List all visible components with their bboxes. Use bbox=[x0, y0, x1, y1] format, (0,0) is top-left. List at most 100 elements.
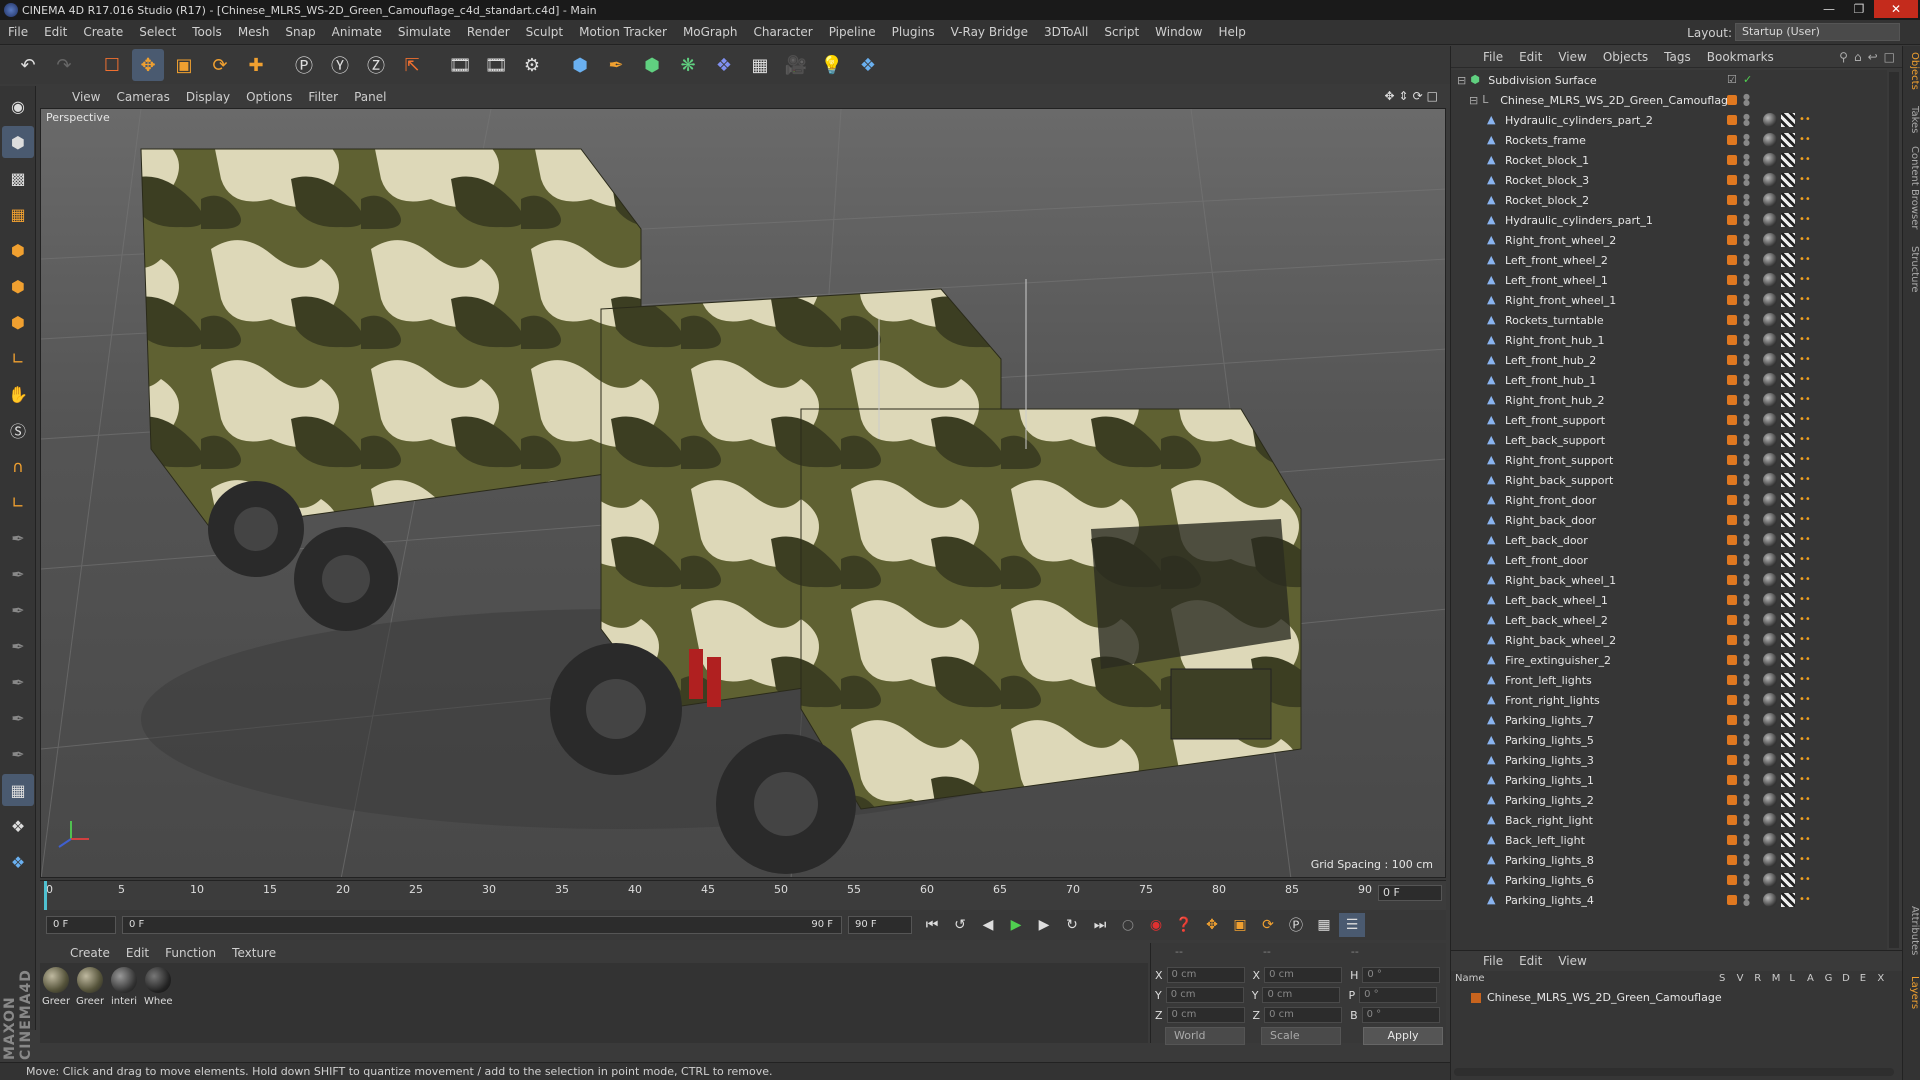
phong-tag-icon[interactable]: •• bbox=[1799, 393, 1811, 407]
viewport-menu-options[interactable]: Options bbox=[238, 90, 300, 104]
layer-color-swatch[interactable] bbox=[1727, 675, 1737, 685]
visibility-dots-icon[interactable]: ● ● bbox=[1743, 273, 1750, 287]
sculpt-brush-icon[interactable]: ✒ bbox=[2, 522, 34, 554]
object-row[interactable]: ▲ Right_front_hub_1 ● ● •• bbox=[1451, 330, 1887, 350]
visibility-dots-icon[interactable]: ● ● bbox=[1743, 753, 1750, 767]
phong-tag-icon[interactable]: •• bbox=[1799, 113, 1811, 127]
visibility-dots-icon[interactable]: ● ● bbox=[1743, 333, 1750, 347]
object-row[interactable]: ▲ Right_front_wheel_2 ● ● •• bbox=[1451, 230, 1887, 250]
texture-tag-icon[interactable] bbox=[1781, 833, 1795, 847]
next-key-icon[interactable]: ↻ bbox=[1059, 913, 1085, 937]
visibility-dots-icon[interactable]: ● ● bbox=[1743, 373, 1750, 387]
texture-tag-icon[interactable] bbox=[1781, 413, 1795, 427]
menu-simulate[interactable]: Simulate bbox=[390, 20, 459, 45]
material-tag-icon[interactable] bbox=[1763, 753, 1777, 767]
layer-color-swatch[interactable] bbox=[1727, 275, 1737, 285]
visibility-dots-icon[interactable]: ● ● bbox=[1743, 613, 1750, 627]
back-icon[interactable]: ↩ bbox=[1868, 50, 1878, 64]
material-tag-icon[interactable] bbox=[1763, 593, 1777, 607]
previous-key-icon[interactable]: ↺ bbox=[947, 913, 973, 937]
layer-color-swatch[interactable] bbox=[1727, 655, 1737, 665]
visibility-dots-icon[interactable]: ● ● bbox=[1743, 573, 1750, 587]
layer-color-swatch[interactable] bbox=[1727, 295, 1737, 305]
side-tab-structure[interactable]: Structure bbox=[1904, 246, 1920, 293]
material-tag-icon[interactable] bbox=[1763, 733, 1777, 747]
material-menu-edit[interactable]: Edit bbox=[118, 946, 157, 960]
texture-tag-icon[interactable] bbox=[1781, 233, 1795, 247]
texture-mode-icon[interactable]: ▩ bbox=[2, 162, 34, 194]
array-icon[interactable]: ❋ bbox=[672, 49, 704, 81]
camera-icon[interactable]: 🎥 bbox=[780, 49, 812, 81]
texture-tag-icon[interactable] bbox=[1781, 153, 1795, 167]
texture-tag-icon[interactable] bbox=[1781, 773, 1795, 787]
visibility-dots-icon[interactable]: ● ● bbox=[1743, 893, 1750, 907]
phong-tag-icon[interactable]: •• bbox=[1799, 213, 1811, 227]
texture-tag-icon[interactable] bbox=[1781, 133, 1795, 147]
maximize-view-icon[interactable]: □ bbox=[1427, 89, 1438, 103]
texture-tag-icon[interactable] bbox=[1781, 853, 1795, 867]
key-position-icon[interactable]: ✥ bbox=[1199, 913, 1225, 937]
material-tag-icon[interactable] bbox=[1763, 273, 1777, 287]
position-x-field[interactable]: 0 cm bbox=[1166, 967, 1245, 983]
object-row[interactable]: ▲ Rocket_block_2 ● ● •• bbox=[1451, 190, 1887, 210]
material-tag-icon[interactable] bbox=[1763, 713, 1777, 727]
magnet-icon[interactable]: ∩ bbox=[2, 450, 34, 482]
phong-tag-icon[interactable]: •• bbox=[1799, 253, 1811, 267]
visibility-dots-icon[interactable]: ● ● bbox=[1743, 813, 1750, 827]
light-icon[interactable]: 💡 bbox=[816, 49, 848, 81]
texture-tag-icon[interactable] bbox=[1781, 453, 1795, 467]
key-parameter-icon[interactable]: Ⓟ bbox=[1283, 913, 1309, 937]
pan-icon[interactable]: ✥ bbox=[1384, 89, 1394, 103]
redo-icon[interactable]: ↷ bbox=[48, 49, 80, 81]
visibility-dots-icon[interactable]: ● ● bbox=[1743, 833, 1750, 847]
material-tag-icon[interactable] bbox=[1763, 633, 1777, 647]
menu-motion-tracker[interactable]: Motion Tracker bbox=[571, 20, 675, 45]
record-active-icon[interactable]: ◉ bbox=[1143, 913, 1169, 937]
menu-window[interactable]: Window bbox=[1147, 20, 1210, 45]
axis-mode-icon[interactable]: ∟ bbox=[2, 342, 34, 374]
menu-mesh[interactable]: Mesh bbox=[230, 20, 278, 45]
texture-tag-icon[interactable] bbox=[1781, 253, 1795, 267]
layer-color-swatch[interactable] bbox=[1727, 395, 1737, 405]
object-row[interactable]: ▲ Parking_lights_6 ● ● •• bbox=[1451, 870, 1887, 890]
visibility-dots-icon[interactable]: ● ● bbox=[1743, 153, 1750, 167]
collapse-icon[interactable]: ⊟ bbox=[1457, 74, 1466, 87]
layer-color-swatch[interactable] bbox=[1727, 595, 1737, 605]
sculpt-pull-icon[interactable]: ✒ bbox=[2, 558, 34, 590]
texture-tag-icon[interactable] bbox=[1781, 873, 1795, 887]
visibility-dots-icon[interactable]: ● ● bbox=[1743, 693, 1750, 707]
go-to-end-icon[interactable]: ⏭ bbox=[1087, 913, 1113, 937]
end-frame-field[interactable]: 90 F bbox=[848, 916, 912, 934]
home-icon[interactable]: ⌂ bbox=[1854, 50, 1862, 64]
material-tag-icon[interactable] bbox=[1763, 333, 1777, 347]
viewport-menu-display[interactable]: Display bbox=[178, 90, 238, 104]
material-tag-icon[interactable] bbox=[1763, 433, 1777, 447]
material-tag-icon[interactable] bbox=[1763, 253, 1777, 267]
texture-tag-icon[interactable] bbox=[1781, 473, 1795, 487]
side-tab-content-browser[interactable]: Content Browser bbox=[1904, 146, 1920, 229]
menu-vray-bridge[interactable]: V-Ray Bridge bbox=[943, 20, 1036, 45]
layer-color-swatch[interactable] bbox=[1727, 195, 1737, 205]
object-row[interactable]: ▲ Left_front_hub_2 ● ● •• bbox=[1451, 350, 1887, 370]
layer-color-swatch[interactable] bbox=[1727, 815, 1737, 825]
layer-color-swatch[interactable] bbox=[1727, 855, 1737, 865]
layout-select[interactable]: Startup (User) bbox=[1735, 23, 1900, 41]
coord-mode-dropdown[interactable]: World bbox=[1165, 1027, 1245, 1045]
object-row[interactable]: ▲ Hydraulic_cylinders_part_1 ● ● •• bbox=[1451, 210, 1887, 230]
render-picture-viewer-icon[interactable]: 🎞 bbox=[480, 49, 512, 81]
phong-tag-icon[interactable]: •• bbox=[1799, 353, 1811, 367]
knife-icon[interactable]: ❖ bbox=[2, 810, 34, 842]
menu-create[interactable]: Create bbox=[75, 20, 131, 45]
key-pla-icon[interactable]: ▦ bbox=[1311, 913, 1337, 937]
visibility-dots-icon[interactable]: ● ● bbox=[1743, 453, 1750, 467]
phong-tag-icon[interactable]: •• bbox=[1799, 513, 1811, 527]
sculpt-mask-icon[interactable]: ✒ bbox=[2, 738, 34, 770]
texture-tag-icon[interactable] bbox=[1781, 653, 1795, 667]
layer-color-swatch[interactable] bbox=[1727, 155, 1737, 165]
texture-tag-icon[interactable] bbox=[1781, 113, 1795, 127]
z-axis-lock-icon[interactable]: Ⓩ bbox=[360, 49, 392, 81]
layer-color-swatch[interactable] bbox=[1727, 835, 1737, 845]
object-row[interactable]: ▲ Left_front_wheel_2 ● ● •• bbox=[1451, 250, 1887, 270]
material-tag-icon[interactable] bbox=[1763, 693, 1777, 707]
solo-mode-icon[interactable]: Ⓢ bbox=[2, 414, 34, 446]
